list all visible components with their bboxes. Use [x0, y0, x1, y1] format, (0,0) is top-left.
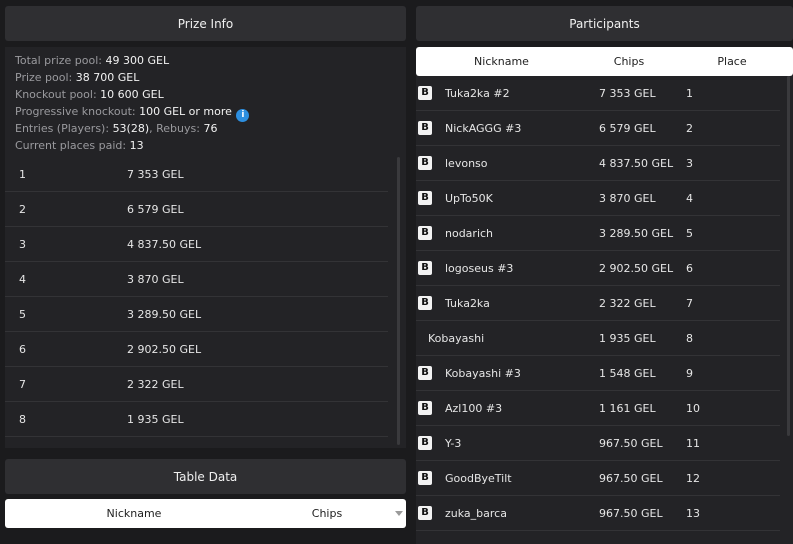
bounty-badge-icon: B: [418, 471, 432, 485]
nickname-column[interactable]: Nickname: [416, 55, 587, 68]
participant-chips: 3 870 GEL: [599, 191, 656, 205]
entries-rebuys: Entries (Players): 53(28), Rebuys: 76: [15, 122, 218, 135]
participant-chips: 4 837.50 GEL: [599, 156, 674, 170]
participant-place: 9: [686, 366, 693, 380]
participant-row[interactable]: Blevonso 4 837.50 GEL 3: [416, 146, 780, 181]
participant-place: 13: [686, 506, 700, 520]
prize-place-row: 43 870 GEL: [5, 262, 388, 297]
table-data-column-header: Nickname Chips: [5, 499, 406, 528]
bounty-badge-icon: B: [418, 121, 432, 135]
table-data-title: Table Data: [173, 469, 238, 484]
knockout-pool: Knockout pool: 10 600 GEL: [15, 88, 164, 101]
participant-nickname: levonso: [445, 156, 488, 170]
prize-place-row: 81 935 GEL: [5, 402, 388, 437]
participant-place: 11: [686, 436, 700, 450]
participant-nickname: GoodByeTilt: [445, 471, 512, 485]
participant-row[interactable]: Kobayashi 1 935 GEL 8: [416, 321, 780, 356]
bounty-badge-icon: B: [418, 506, 432, 520]
participant-place: 10: [686, 401, 700, 415]
participant-place: 1: [686, 86, 693, 100]
bounty-badge-icon: B: [418, 226, 432, 240]
participants-panel: Nickname Chips Place B Tuka2ka #2 7 353 GE…: [416, 47, 793, 544]
participant-chips: 2 902.50 GEL: [599, 261, 674, 275]
participants-title: Participants: [569, 16, 640, 31]
participant-place: 7: [686, 296, 693, 310]
participant-nickname: NickAGGG #3: [445, 121, 522, 135]
participant-row[interactable]: B Tuka2ka 2 322 GEL 7: [416, 286, 780, 321]
participant-nickname: Tuka2ka #2: [445, 86, 510, 100]
table-chips-column[interactable]: Chips: [263, 507, 391, 520]
progressive-knockout: Progressive knockout: 100 GEL or more i: [15, 103, 396, 122]
prize-place-row: 26 579 GEL: [5, 192, 388, 227]
participant-place: 12: [686, 471, 700, 485]
participant-place: 6: [686, 261, 693, 275]
prize-scrollbar[interactable]: [397, 157, 400, 445]
participant-nickname: Azl100 #3: [445, 401, 503, 415]
prize-summary: Total prize pool: 49 300 GEL Prize pool:…: [5, 47, 406, 154]
participant-chips: 967.50 GEL: [599, 506, 663, 520]
prize-place-row: 53 289.50 GEL: [5, 297, 388, 332]
participant-row[interactable]: B Kobayashi #3 1 548 GEL 9: [416, 356, 780, 391]
participant-place: 2: [686, 121, 693, 135]
place-column[interactable]: Place: [671, 55, 793, 68]
prize-info-panel: Total prize pool: 49 300 GEL Prize pool:…: [5, 47, 406, 448]
participant-nickname: Y-3: [445, 436, 462, 450]
participant-row[interactable]: Bzuka_barca 967.50 GEL 13: [416, 496, 780, 531]
table-data-header: Table Data: [5, 459, 406, 494]
participant-chips: 1 161 GEL: [599, 401, 656, 415]
participant-row[interactable]: B NickAGGG #3 6 579 GEL 2: [416, 111, 780, 146]
participant-nickname: logoseus #3: [445, 261, 514, 275]
participants-column-header: Nickname Chips Place: [416, 47, 793, 76]
prize-place-row: 17 353 GEL: [5, 157, 388, 192]
participant-place: 8: [686, 331, 693, 345]
prize-info-title: Prize Info: [177, 16, 234, 31]
bounty-badge-icon: B: [418, 401, 432, 415]
participant-nickname: zuka_barca: [445, 506, 507, 520]
participant-place: 5: [686, 226, 693, 240]
prize-info-header: Prize Info: [5, 6, 406, 41]
participant-row[interactable]: Blogoseus #3 2 902.50 GEL 6: [416, 251, 780, 286]
participant-chips: 7 353 GEL: [599, 86, 656, 100]
participant-nickname: Tuka2ka: [445, 296, 490, 310]
participant-place: 4: [686, 191, 693, 205]
participant-nickname: Kobayashi: [428, 331, 485, 345]
participant-chips: 967.50 GEL: [599, 436, 663, 450]
participant-chips: 967.50 GEL: [599, 471, 663, 485]
table-nickname-column[interactable]: Nickname: [5, 507, 263, 520]
prize-places-list: 17 353 GEL 26 579 GEL 34 837.50 GEL 43 8…: [5, 157, 388, 437]
participants-header: Participants: [416, 6, 793, 41]
bounty-badge-icon: B: [418, 436, 432, 450]
participant-row[interactable]: B Y-3 967.50 GEL 11: [416, 426, 780, 461]
prize-place-row: 62 902.50 GEL: [5, 332, 388, 367]
sort-down-icon[interactable]: [395, 511, 403, 516]
participant-nickname: Kobayashi #3: [445, 366, 521, 380]
participant-row[interactable]: B UpTo50K 3 870 GEL 4: [416, 181, 780, 216]
participant-row[interactable]: B GoodByeTilt 967.50 GEL 12: [416, 461, 780, 496]
participant-chips: 3 289.50 GEL: [599, 226, 674, 240]
bounty-badge-icon: B: [418, 296, 432, 310]
participant-row[interactable]: B Azl100 #3 1 161 GEL 10: [416, 391, 780, 426]
participant-row[interactable]: Bnodarich 3 289.50 GEL 5: [416, 216, 780, 251]
participants-list: B Tuka2ka #2 7 353 GEL 1 B NickAGGG #3 6 579 G…: [416, 76, 780, 531]
participant-nickname: nodarich: [445, 226, 494, 240]
chips-column[interactable]: Chips: [587, 55, 671, 68]
participant-place: 3: [686, 156, 693, 170]
bounty-badge-icon: B: [418, 86, 432, 100]
participant-chips: 6 579 GEL: [599, 121, 656, 135]
current-places-paid: Current places paid: 13: [15, 139, 144, 152]
prize-pool: Prize pool: 38 700 GEL: [15, 71, 140, 84]
bounty-badge-icon: B: [418, 261, 432, 275]
participants-scrollbar[interactable]: [787, 76, 790, 436]
participant-row[interactable]: B Tuka2ka #2 7 353 GEL 1: [416, 76, 780, 111]
participant-chips: 1 935 GEL: [599, 331, 656, 345]
participant-chips: 1 548 GEL: [599, 366, 656, 380]
bounty-badge-icon: B: [418, 191, 432, 205]
total-prize-pool: Total prize pool: 49 300 GEL: [15, 54, 170, 67]
prize-place-row: 72 322 GEL: [5, 367, 388, 402]
bounty-badge-icon: B: [418, 366, 432, 380]
prize-place-row: 34 837.50 GEL: [5, 227, 388, 262]
bounty-badge-icon: B: [418, 156, 432, 170]
participant-chips: 2 322 GEL: [599, 296, 656, 310]
participant-nickname: UpTo50K: [445, 191, 493, 205]
